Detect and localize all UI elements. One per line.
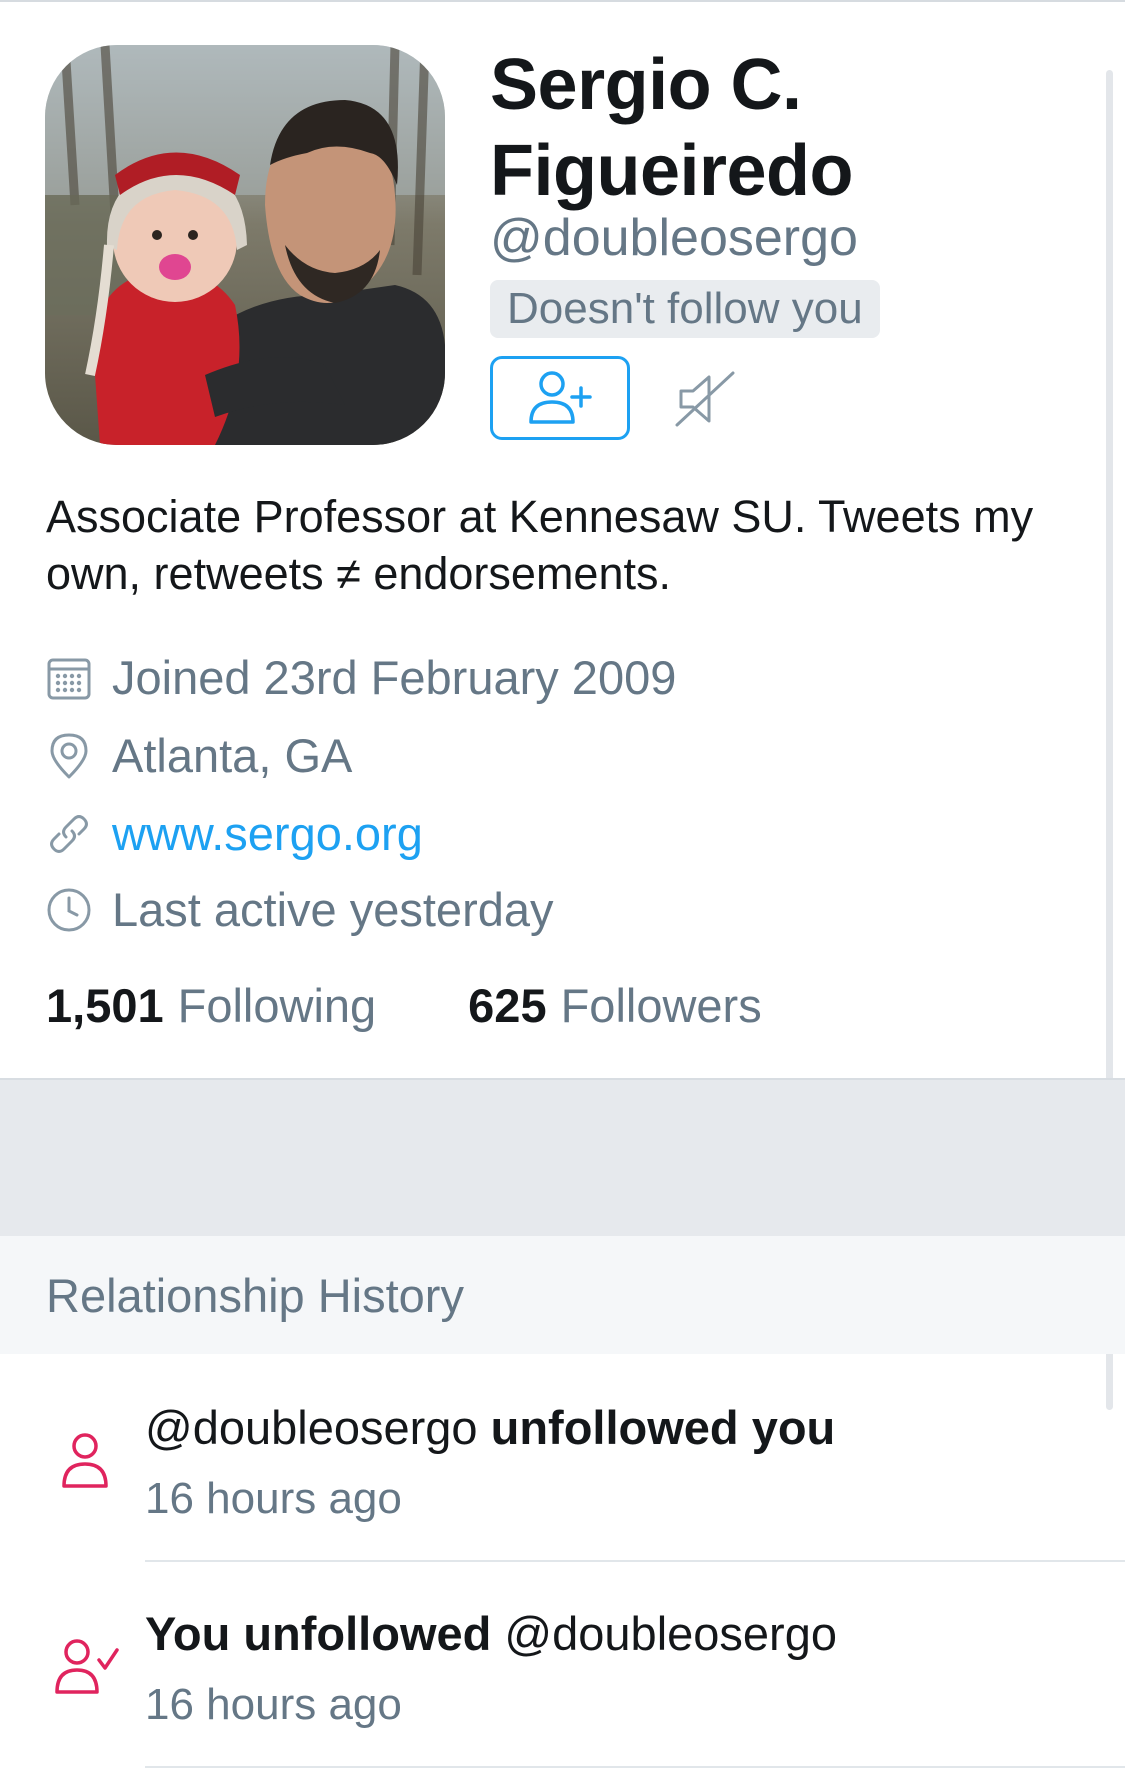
location-pin-icon bbox=[44, 731, 94, 781]
joined-row: Joined 23rd February 2009 bbox=[44, 648, 676, 708]
user-check-icon bbox=[52, 1634, 122, 1700]
location-text: Atlanta, GA bbox=[112, 729, 353, 782]
followers-count: 625 bbox=[468, 979, 547, 1032]
muted-speaker-icon bbox=[675, 371, 735, 427]
follow-stats: 1,501 Following 625 Followers bbox=[46, 974, 762, 1038]
add-user-icon bbox=[529, 371, 592, 424]
profile-bio: Associate Professor at Kennesaw SU. Twee… bbox=[46, 491, 1034, 599]
profile-handle: @doubleosergo bbox=[490, 209, 858, 267]
profile-avatar bbox=[45, 45, 445, 445]
relationship-badge: Doesn't follow you bbox=[490, 280, 880, 338]
history-divider bbox=[145, 1766, 1125, 1768]
history-time: 16 hours ago bbox=[145, 1680, 402, 1729]
user-icon bbox=[52, 1428, 118, 1494]
history-text: @doubleosergo unfollowed you bbox=[145, 1398, 835, 1458]
history-handle[interactable]: @doubleosergo bbox=[145, 1401, 478, 1454]
relationship-history-header: Relationship History bbox=[0, 1236, 1125, 1354]
website-link[interactable]: www.sergo.org bbox=[112, 804, 423, 864]
following-stat[interactable]: 1,501 Following bbox=[46, 974, 376, 1038]
history-handle[interactable]: @doubleosergo bbox=[504, 1607, 837, 1660]
history-action: You unfollowed bbox=[145, 1607, 492, 1660]
following-label: Following bbox=[177, 979, 377, 1032]
website-row: www.sergo.org bbox=[44, 804, 423, 864]
history-text: You unfollowed @doubleosergo bbox=[145, 1604, 837, 1664]
last-active-row: Last active yesterday bbox=[44, 880, 554, 940]
following-count: 1,501 bbox=[46, 979, 164, 1032]
clock-icon bbox=[44, 885, 94, 935]
link-icon bbox=[44, 809, 94, 859]
followers-label: Followers bbox=[560, 979, 762, 1032]
top-divider bbox=[0, 0, 1125, 2]
mute-button[interactable] bbox=[670, 364, 740, 434]
followers-stat[interactable]: 625 Followers bbox=[468, 974, 762, 1038]
last-active-text: Last active yesterday bbox=[112, 883, 554, 936]
section-title: Relationship History bbox=[46, 1269, 464, 1322]
calendar-icon bbox=[44, 653, 94, 703]
location-row: Atlanta, GA bbox=[44, 726, 352, 786]
history-item-you-unfollowed[interactable]: You unfollowed @doubleosergo 16 hours ag… bbox=[0, 1562, 1125, 1768]
follow-button[interactable] bbox=[490, 356, 630, 440]
history-item-unfollowed-you[interactable]: @doubleosergo unfollowed you 16 hours ag… bbox=[0, 1356, 1125, 1562]
section-separator bbox=[0, 1078, 1125, 1238]
joined-date: Joined 23rd February 2009 bbox=[112, 651, 677, 704]
history-action: unfollowed you bbox=[490, 1401, 836, 1454]
history-time: 16 hours ago bbox=[145, 1474, 402, 1523]
profile-name: Sergio C. Figueiredo bbox=[490, 45, 854, 211]
